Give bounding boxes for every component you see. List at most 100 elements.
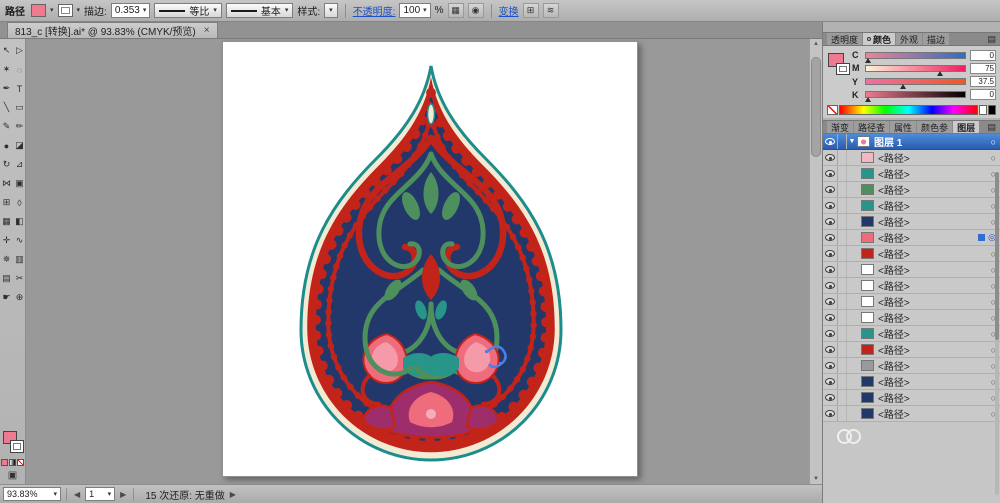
- layer-thumbnail[interactable]: [861, 328, 874, 339]
- none-swatch[interactable]: [827, 104, 838, 115]
- lock-toggle[interactable]: [838, 182, 847, 197]
- layer-row-path[interactable]: <路径> ○: [823, 342, 1000, 358]
- layer-thumbnail[interactable]: [861, 360, 874, 371]
- visibility-toggle[interactable]: [823, 326, 838, 341]
- tool-magic-wand[interactable]: ✶: [0, 60, 13, 79]
- panel-menu-icon[interactable]: ▤: [983, 121, 1000, 133]
- lock-toggle[interactable]: [838, 214, 847, 229]
- slider-marker-icon[interactable]: [937, 70, 944, 76]
- layer-row-path[interactable]: <路径> ○: [823, 326, 1000, 342]
- stroke-width-dropdown-icon[interactable]: ▾: [143, 7, 147, 14]
- slider-marker-icon[interactable]: [900, 84, 907, 90]
- tool-symbol-sprayer[interactable]: ✵: [0, 250, 13, 269]
- tab-close-icon[interactable]: ×: [204, 25, 210, 36]
- black-swatch[interactable]: [988, 104, 996, 115]
- layer-thumbnail[interactable]: [861, 200, 874, 211]
- visibility-toggle[interactable]: [823, 246, 838, 261]
- visibility-toggle[interactable]: [823, 214, 838, 229]
- tool-pencil[interactable]: ✏: [13, 117, 26, 136]
- panel-tab-stroke[interactable]: 描边: [923, 33, 950, 45]
- layer-row-path[interactable]: <路径> ○: [823, 374, 1000, 390]
- lock-toggle[interactable]: [838, 390, 847, 405]
- panel-menu-icon[interactable]: ▤: [983, 33, 1000, 45]
- channel-value-field[interactable]: 0: [970, 89, 996, 101]
- paint-color-icon[interactable]: [1, 459, 8, 466]
- channel-slider[interactable]: [864, 51, 966, 63]
- lock-toggle[interactable]: [838, 278, 847, 293]
- screen-mode-icon[interactable]: ▣: [0, 470, 25, 481]
- tool-width-tool[interactable]: ⋈: [0, 174, 13, 193]
- layer-thumbnail[interactable]: [861, 344, 874, 355]
- layer-row-path[interactable]: <路径> ○: [823, 310, 1000, 326]
- layer-thumbnail[interactable]: [861, 216, 874, 227]
- layer-row-path[interactable]: <路径> ○: [823, 214, 1000, 230]
- visibility-toggle[interactable]: [823, 150, 838, 165]
- layer-row-path[interactable]: <路径> ◎: [823, 230, 1000, 246]
- expand-triangle-icon[interactable]: ▼: [847, 138, 857, 145]
- layer-target-icon[interactable]: ○: [991, 137, 996, 147]
- layer-thumbnail[interactable]: [861, 248, 874, 259]
- tool-artboard[interactable]: ▤: [0, 269, 13, 288]
- opacity-field[interactable]: 100 ▾: [399, 3, 431, 18]
- tool-free-transform[interactable]: ▣: [13, 174, 26, 193]
- layer-thumbnail[interactable]: [857, 136, 870, 147]
- panel-tab-transparency[interactable]: 透明度: [827, 33, 863, 45]
- tool-type[interactable]: T: [13, 79, 26, 98]
- target-icon[interactable]: ○: [991, 153, 996, 163]
- tool-zoom[interactable]: ⊕: [13, 288, 26, 307]
- channel-slider[interactable]: [865, 64, 966, 76]
- tool-blend[interactable]: ∿: [13, 231, 26, 250]
- artboard-nav-select[interactable]: 1 ▾: [85, 487, 116, 501]
- visibility-toggle[interactable]: [823, 294, 838, 309]
- width-profile-select[interactable]: 等比 ▾: [154, 3, 222, 18]
- lock-toggle[interactable]: [838, 374, 847, 389]
- layer-thumbnail[interactable]: [861, 168, 874, 179]
- layer-row-main[interactable]: ▼ 图层 1 ○: [823, 134, 1000, 150]
- layer-row-path[interactable]: <路径> ○: [823, 262, 1000, 278]
- panel-tab-color[interactable]: 颜色: [863, 33, 896, 45]
- tool-eyedropper[interactable]: ✛: [0, 231, 13, 250]
- lock-toggle[interactable]: [838, 246, 847, 261]
- layer-row-path[interactable]: <路径> ○: [823, 182, 1000, 198]
- layer-thumbnail[interactable]: [861, 152, 874, 163]
- layer-thumbnail[interactable]: [861, 184, 874, 195]
- next-artboard-button[interactable]: ▶: [118, 490, 128, 499]
- tool-rectangle[interactable]: ▭: [13, 98, 26, 117]
- tool-selection[interactable]: ↖: [0, 41, 13, 60]
- lock-toggle[interactable]: [838, 166, 847, 181]
- tool-paintbrush[interactable]: ✎: [0, 117, 13, 136]
- visibility-toggle[interactable]: [823, 182, 838, 197]
- panel-tab-color-guide[interactable]: 颜色参: [917, 121, 953, 133]
- channel-slider[interactable]: [864, 91, 966, 103]
- paint-gradient-icon[interactable]: [9, 459, 16, 466]
- channel-value-field[interactable]: 37.5: [970, 76, 996, 88]
- fill-dropdown-icon[interactable]: ▾: [50, 7, 54, 14]
- lock-toggle[interactable]: [838, 150, 847, 165]
- visibility-toggle[interactable]: [823, 278, 838, 293]
- tool-pen[interactable]: ✒: [0, 79, 13, 98]
- visibility-toggle[interactable]: [823, 310, 838, 325]
- stroke-color-box[interactable]: [10, 440, 24, 453]
- graphic-style-icon[interactable]: ▦: [447, 3, 464, 18]
- align-icon[interactable]: ⊞: [522, 3, 539, 18]
- layer-thumbnail[interactable]: [861, 264, 874, 275]
- ornament-artwork[interactable]: [291, 58, 571, 468]
- lock-toggle[interactable]: [838, 342, 847, 357]
- isolate-icon[interactable]: ≋: [542, 3, 559, 18]
- tool-lasso[interactable]: ◌: [13, 60, 26, 79]
- lock-toggle[interactable]: [838, 262, 847, 277]
- color-spectrum-bar[interactable]: [823, 104, 1000, 118]
- fill-color-swatch[interactable]: [31, 4, 46, 17]
- visibility-toggle[interactable]: [823, 166, 838, 181]
- layer-thumbnail[interactable]: [861, 376, 874, 387]
- tool-perspective-grid[interactable]: ◊: [13, 193, 26, 212]
- tool-hand[interactable]: ☛: [0, 288, 13, 307]
- panel-tab-appearance[interactable]: 外观: [896, 33, 923, 45]
- tool-line-segment[interactable]: ╲: [0, 98, 13, 117]
- layer-row-path[interactable]: <路径> ○: [823, 390, 1000, 406]
- canvas-vertical-scrollbar[interactable]: ▲ ▼: [809, 39, 822, 484]
- artboard[interactable]: [222, 41, 638, 477]
- lock-toggle[interactable]: [838, 326, 847, 341]
- opacity-link[interactable]: 不透明度:: [353, 3, 396, 18]
- layer-row-path[interactable]: <路径> ○: [823, 358, 1000, 374]
